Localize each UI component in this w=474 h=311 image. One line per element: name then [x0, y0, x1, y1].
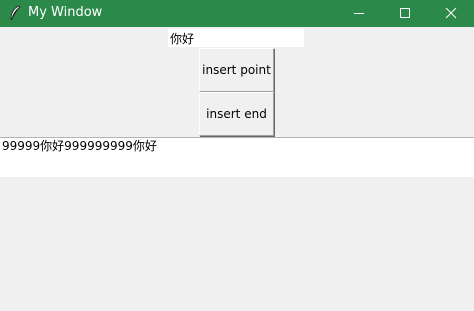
close-button[interactable] [428, 0, 474, 27]
text-area[interactable]: 99999你好999999999你好 [0, 137, 474, 177]
feather-icon [8, 5, 22, 21]
maximize-icon [399, 4, 411, 23]
app-window: My Window insert po [0, 0, 474, 311]
window-title: My Window [28, 5, 103, 20]
insert-point-button[interactable]: insert point [199, 48, 274, 92]
minimize-icon [353, 4, 365, 23]
text-content: 99999你好999999999你好 [2, 139, 157, 153]
minimize-button[interactable] [336, 0, 382, 27]
maximize-button[interactable] [382, 0, 428, 27]
close-icon [445, 4, 457, 23]
text-entry[interactable] [168, 29, 304, 47]
title-bar[interactable]: My Window [0, 0, 474, 27]
insert-end-button[interactable]: insert end [199, 92, 274, 136]
